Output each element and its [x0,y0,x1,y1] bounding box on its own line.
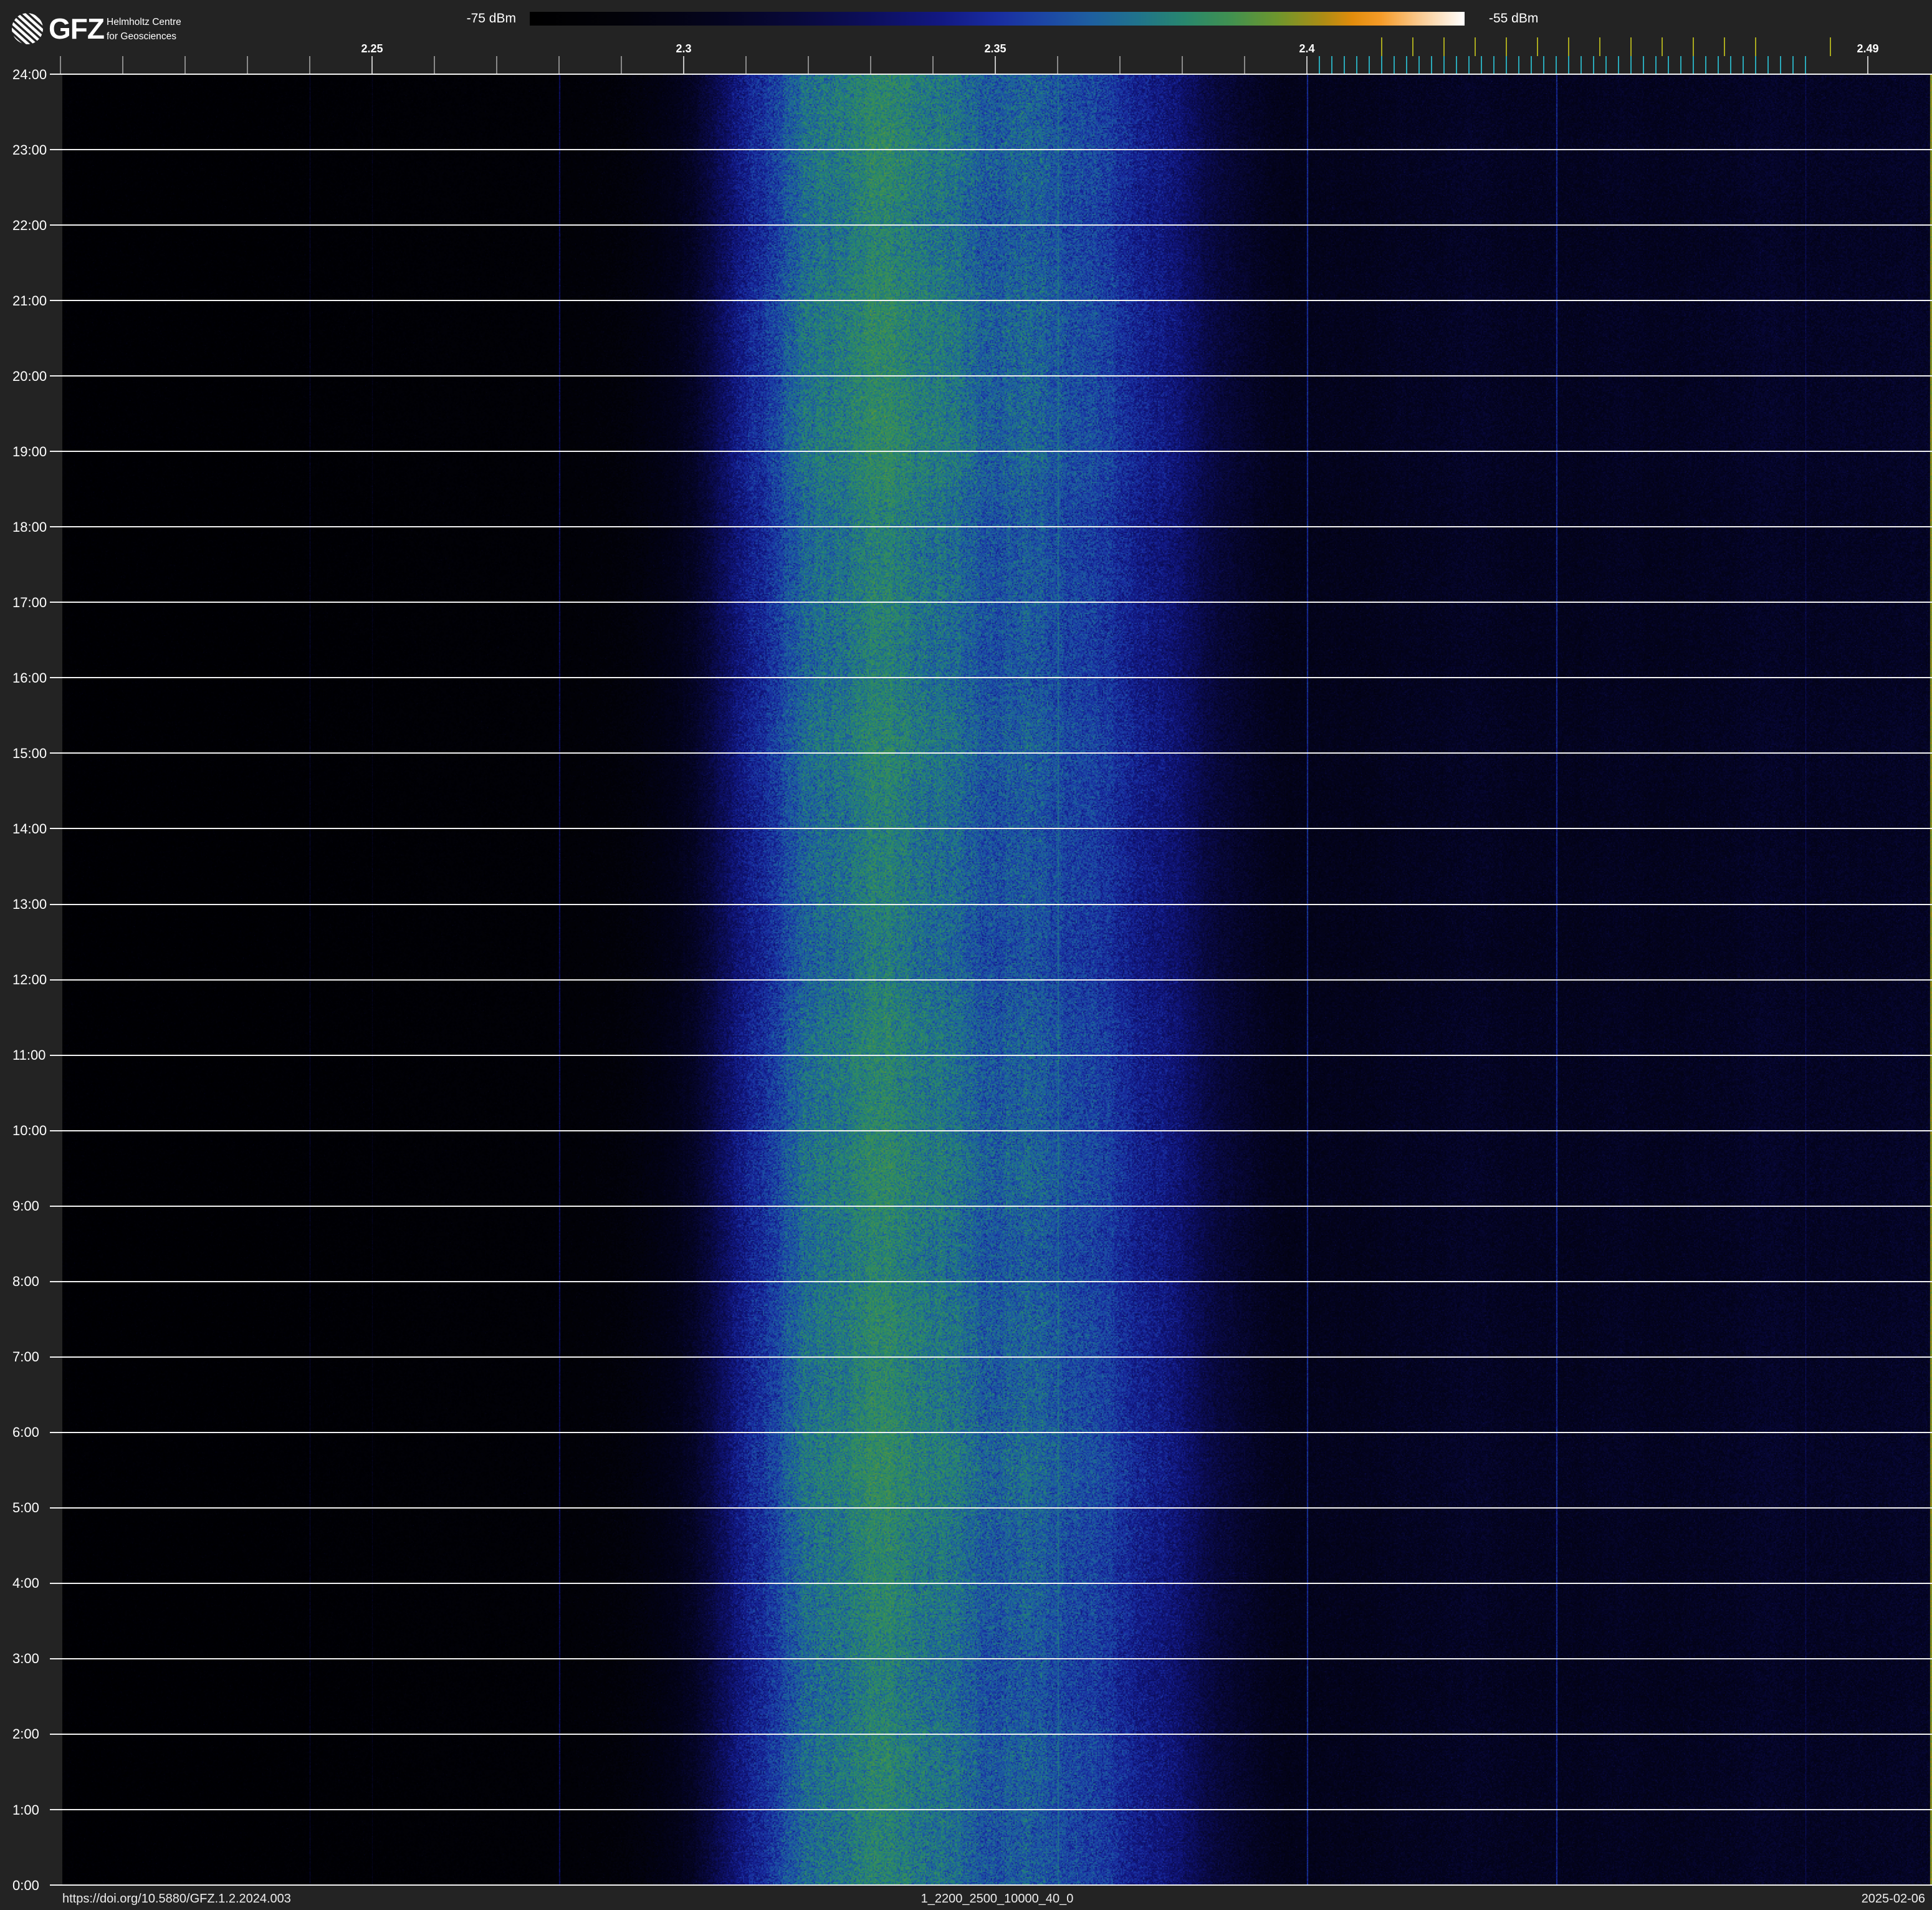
svg-text:GFZ: GFZ [49,12,104,45]
svg-text:for Geosciences: for Geosciences [107,31,176,42]
svg-text:Helmholtz Centre: Helmholtz Centre [107,17,181,27]
